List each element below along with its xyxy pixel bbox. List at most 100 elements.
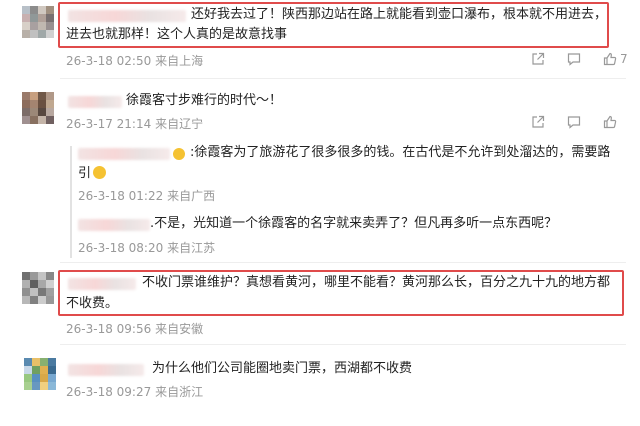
comment-text: 不收费。 (66, 296, 119, 311)
avatar[interactable] (22, 272, 54, 304)
share-icon (532, 115, 545, 128)
avatar-pixel (24, 366, 32, 374)
avatar-pixel (32, 366, 40, 374)
comment-text: 为什么他们公司能圈地卖门票，西湖都不收费 (152, 361, 413, 376)
avatar-pixel (46, 92, 54, 100)
avatar-pixel (24, 382, 32, 390)
avatar-pixel (24, 358, 32, 366)
avatar-pixel (22, 272, 30, 280)
comment-date: 26-3-18 09:27 (66, 385, 152, 399)
comment-button[interactable] (567, 52, 581, 66)
comment-location: 来自浙江 (155, 385, 204, 399)
avatar-pixel (46, 272, 54, 280)
avatar[interactable] (22, 92, 54, 124)
comment-meta: 26-3-17 21:14 来自辽宁 (66, 116, 203, 132)
avatar-pixel (40, 382, 48, 390)
avatar-pixel (38, 288, 46, 296)
reply-meta: 26-3-18 01:22 来自广西 (78, 188, 215, 204)
share-button[interactable] (531, 52, 545, 66)
avatar-pixel (38, 92, 46, 100)
like-icon (603, 52, 617, 66)
avatar-pixel (38, 296, 46, 304)
avatar-pixel (30, 100, 38, 108)
avatar-pixel (40, 358, 48, 366)
avatar-pixel (22, 22, 30, 30)
comment-text: 还好我去过了！陕西那边站在路上就能看到壶口瀑布，根本就不用进去， (191, 7, 608, 22)
comment-date: 26-3-17 21:14 (66, 117, 152, 131)
avatar[interactable] (22, 6, 54, 38)
comment-actions (531, 115, 617, 129)
comment-actions: 7 (531, 52, 628, 66)
avatar-pixel (32, 382, 40, 390)
username-blurred[interactable] (68, 278, 136, 290)
username-blurred[interactable] (68, 96, 122, 108)
avatar-pixel (46, 30, 54, 38)
avatar-pixel (38, 22, 46, 30)
comment-meta: 26-3-18 09:56 来自安徽 (66, 321, 203, 337)
avatar-pixel (30, 30, 38, 38)
like-count: 7 (620, 52, 628, 66)
comment-date: 26-3-18 02:50 (66, 54, 152, 68)
avatar-pixel (38, 6, 46, 14)
username-blurred[interactable] (68, 364, 144, 376)
avatar-pixel (40, 374, 48, 382)
reply-location: 来自江苏 (167, 241, 216, 255)
avatar-pixel (22, 6, 30, 14)
avatar-pixel (22, 108, 30, 116)
comment-icon (567, 116, 581, 129)
avatar-pixel (30, 116, 38, 124)
avatar-pixel (22, 288, 30, 296)
comment-location: 来自上海 (155, 54, 204, 68)
avatar-pixel (46, 6, 54, 14)
grin-emoji-icon (93, 166, 107, 179)
like-button[interactable]: 7 (603, 52, 628, 66)
comment-meta: 26-3-18 09:27 来自浙江 (66, 384, 203, 400)
username-blurred[interactable] (78, 148, 170, 160)
avatar-pixel (30, 272, 38, 280)
avatar-pixel (30, 296, 38, 304)
reply-date: 26-3-18 08:20 (78, 241, 164, 255)
avatar-pixel (48, 358, 56, 366)
username-blurred[interactable] (78, 219, 150, 231)
avatar-pixel (46, 14, 54, 22)
reply-text: .不是，光知道一个徐霞客的名字就来卖弄了？但凡再多听一点东西呢？ (150, 216, 558, 231)
reply-meta: 26-3-18 08:20 来自江苏 (78, 240, 215, 256)
like-button[interactable] (603, 115, 617, 129)
avatar-pixel (30, 14, 38, 22)
avatar-pixel (38, 116, 46, 124)
avatar-pixel (46, 280, 54, 288)
comment-text: 进去也就那样！这个人真的是故意找事 (66, 27, 288, 42)
avatar-pixel (24, 374, 32, 382)
reply-location: 来自广西 (167, 189, 216, 203)
avatar[interactable] (24, 358, 56, 390)
avatar-pixel (38, 14, 46, 22)
reply-thread-bar (70, 146, 72, 258)
avatar-pixel (22, 30, 30, 38)
comment-location: 来自安徽 (155, 322, 204, 336)
comment-icon (567, 53, 581, 66)
comment-button[interactable] (567, 115, 581, 129)
avatar-pixel (32, 358, 40, 366)
avatar-pixel (46, 288, 54, 296)
avatar-pixel (22, 14, 30, 22)
avatar-pixel (30, 280, 38, 288)
avatar-pixel (46, 108, 54, 116)
avatar-pixel (38, 100, 46, 108)
emoji-icon (173, 148, 185, 160)
avatar-pixel (48, 374, 56, 382)
avatar-pixel (48, 366, 56, 374)
avatar-pixel (48, 382, 56, 390)
avatar-pixel (46, 116, 54, 124)
avatar-pixel (30, 92, 38, 100)
share-button[interactable] (531, 115, 545, 129)
share-icon (532, 52, 545, 65)
comment-text: 不收门票谁维护？真想看黄河，哪里不能看？黄河那么长，百分之九十九的地方都 (142, 275, 611, 290)
avatar-pixel (40, 366, 48, 374)
avatar-pixel (22, 280, 30, 288)
avatar-pixel (46, 22, 54, 30)
avatar-pixel (46, 296, 54, 304)
avatar-pixel (38, 108, 46, 116)
avatar-pixel (30, 288, 38, 296)
avatar-pixel (22, 296, 30, 304)
avatar-pixel (38, 272, 46, 280)
